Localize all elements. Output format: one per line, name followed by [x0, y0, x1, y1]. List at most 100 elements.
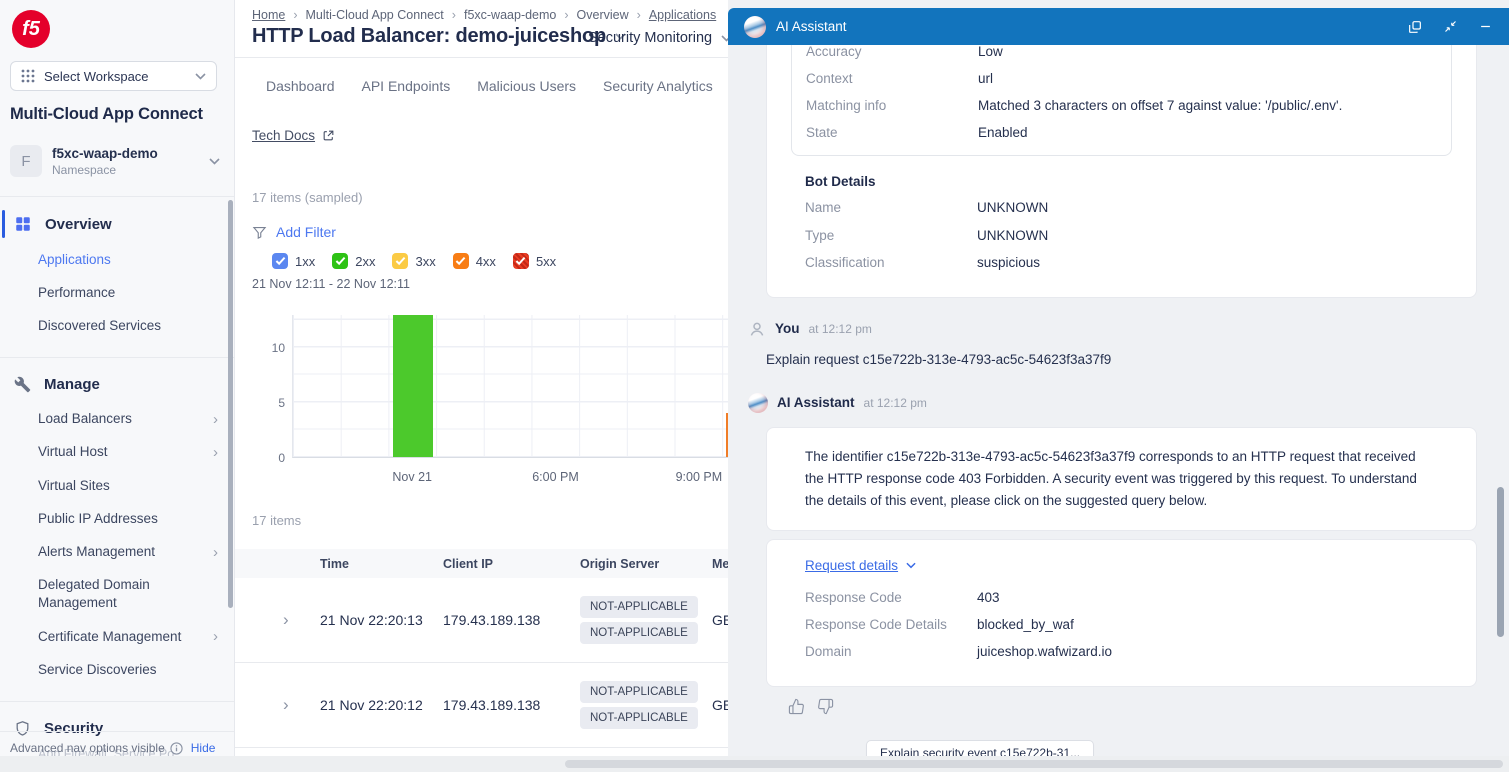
namespace-selector[interactable]: F f5xc-waap-demo Namespace — [10, 145, 220, 177]
tab-api-endpoints[interactable]: API Endpoints — [362, 78, 451, 94]
collapse-icon[interactable] — [1443, 19, 1458, 34]
status-filter-5xx[interactable]: 5xx — [513, 253, 556, 269]
origin-server-badge: NOT-APPLICABLE — [580, 707, 698, 729]
page-title: HTTP Load Balancer: demo-juiceshop — [252, 25, 606, 48]
minimize-icon[interactable] — [1478, 19, 1493, 34]
chevron-down-icon — [906, 562, 916, 569]
nav-heading-label: Manage — [44, 376, 100, 393]
sidebar-footer: Advanced nav options visible Hide — [0, 731, 234, 755]
status-filter-4xx[interactable]: 4xx — [453, 253, 496, 269]
filter-funnel-icon — [252, 225, 267, 240]
thumbs-down-icon[interactable] — [817, 698, 834, 715]
tab-bar: Dashboard API Endpoints Malicious Users Sec… — [266, 78, 713, 94]
breadcrumb-item-home[interactable]: Home — [252, 8, 285, 22]
detail-row-classification: Classificationsuspicious — [805, 249, 1438, 276]
detail-value: blocked_by_waf — [977, 616, 1074, 634]
detail-value: Enabled — [978, 124, 1028, 142]
nav-item-label: Performance — [38, 284, 115, 302]
tab-malicious-users[interactable]: Malicious Users — [477, 78, 576, 94]
bot-details-heading: Bot Details — [805, 174, 1438, 189]
status-filter-2xx[interactable]: 2xx — [332, 253, 375, 269]
signature-details-box: AccuracyLowContexturlMatching infoMatche… — [791, 45, 1452, 156]
sidebar-item-virtual-host[interactable]: Virtual Host› — [0, 436, 234, 469]
cell-client-ip: 179.43.189.138 — [443, 697, 580, 713]
breadcrumb-item-f5xc-waap-demo[interactable]: f5xc-waap-demo — [464, 8, 556, 22]
horizontal-scrollbar-thumb[interactable] — [565, 760, 1503, 768]
sidebar-item-overview[interactable]: Overview — [0, 205, 234, 243]
thumbs-up-icon[interactable] — [788, 698, 805, 715]
ai-assistant-avatar — [744, 16, 766, 38]
checkbox-4xx[interactable] — [453, 253, 469, 269]
cell-origin-server: NOT-APPLICABLE NOT-APPLICABLE — [580, 678, 712, 733]
f5-logo[interactable]: f5 — [12, 10, 50, 48]
status-code-filters: 1xx 2xx 3xx 4xx 5xx — [272, 253, 556, 269]
sidebar-item-manage[interactable]: Manage — [0, 366, 234, 403]
detail-row-context: Contexturl — [806, 65, 1437, 92]
sidebar-item-discovered-services[interactable]: Discovered Services — [0, 309, 234, 342]
user-message-author: You — [775, 321, 800, 336]
origin-server-badge: NOT-APPLICABLE — [580, 681, 698, 703]
user-avatar — [748, 320, 766, 338]
detail-label: Response Code Details — [805, 616, 977, 634]
status-filter-3xx[interactable]: 3xx — [392, 253, 435, 269]
status-filter-1xx[interactable]: 1xx — [272, 253, 315, 269]
advanced-nav-text: Advanced nav options visible — [10, 741, 165, 755]
breadcrumb-item-applications[interactable]: Applications — [649, 8, 716, 22]
sidebar-item-virtual-sites[interactable]: Virtual Sites — [0, 469, 234, 502]
detail-row-response-code: Response Code403 — [805, 585, 1438, 612]
sidebar-item-public-ip-addresses[interactable]: Public IP Addresses — [0, 502, 234, 535]
chart-bar-2xx[interactable] — [393, 315, 433, 457]
tab-security-analytics[interactable]: Security Analytics — [603, 78, 713, 94]
detail-row-response-code-details: Response Code Detailsblocked_by_waf — [805, 612, 1438, 639]
x-axis-tick: 9:00 PM — [676, 470, 723, 484]
sidebar-item-applications[interactable]: Applications — [0, 243, 234, 276]
sidebar-item-load-balancers[interactable]: Load Balancers› — [0, 403, 234, 436]
expand-row-icon[interactable]: › — [235, 610, 320, 630]
checkbox-2xx[interactable] — [332, 253, 348, 269]
view-selector[interactable]: Security Monitoring — [588, 30, 732, 46]
sidebar-item-delegated-domain-management[interactable]: Delegated Domain Management — [0, 569, 234, 620]
expand-row-icon[interactable]: › — [235, 695, 320, 715]
nav-item-label: Public IP Addresses — [38, 510, 158, 528]
external-link-icon — [322, 129, 335, 142]
detail-label: Classification — [805, 254, 977, 272]
checkbox-5xx[interactable] — [513, 253, 529, 269]
namespace-name: f5xc-waap-demo — [52, 146, 158, 161]
sidebar-item-alerts-management[interactable]: Alerts Management› — [0, 536, 234, 569]
copy-icon[interactable] — [1407, 19, 1423, 35]
status-filter-label: 5xx — [536, 254, 556, 269]
sidebar-item-service-discoveries[interactable]: Service Discoveries — [0, 653, 234, 686]
event-details-card: AccuracyLowContexturlMatching infoMatche… — [766, 45, 1477, 298]
hide-advanced-nav-link[interactable]: Hide — [191, 741, 216, 755]
add-filter-label: Add Filter — [276, 224, 336, 240]
breadcrumb-separator: › — [637, 8, 641, 22]
chevron-down-icon — [209, 158, 220, 165]
tab-dashboard[interactable]: Dashboard — [266, 78, 335, 94]
detail-label: Name — [805, 199, 977, 217]
workspace-selector[interactable]: Select Workspace — [10, 61, 217, 91]
checkbox-1xx[interactable] — [272, 253, 288, 269]
add-filter-button[interactable]: Add Filter — [252, 224, 336, 240]
workspace-grid-icon — [21, 69, 35, 83]
detail-row-state: StateEnabled — [806, 120, 1437, 147]
breadcrumb-item-multi-cloud-app-connect[interactable]: Multi-Cloud App Connect — [306, 8, 444, 22]
ai-panel-scrollbar[interactable] — [1497, 487, 1504, 637]
nav-item-label: Service Discoveries — [38, 661, 157, 679]
nav-item-label: Certificate Management — [38, 628, 181, 646]
info-icon — [170, 742, 183, 755]
sidebar-item-certificate-management[interactable]: Certificate Management› — [0, 620, 234, 653]
sidebar-item-performance[interactable]: Performance — [0, 276, 234, 309]
breadcrumb-item-overview[interactable]: Overview — [577, 8, 629, 22]
ai-message-author: AI Assistant — [777, 395, 855, 410]
checkbox-3xx[interactable] — [392, 253, 408, 269]
nav-section-overview: Overview Applications Performance Discovere… — [0, 196, 234, 357]
sidebar-scrollbar[interactable] — [228, 200, 233, 608]
nav-section-manage: Manage Load Balancers›Virtual Host›Virtua… — [0, 357, 234, 701]
tech-docs-link[interactable]: Tech Docs — [252, 128, 335, 143]
col-origin-server: Origin Server — [580, 557, 712, 571]
request-details-link[interactable]: Request details — [805, 558, 916, 573]
detail-label: Response Code — [805, 589, 977, 607]
breadcrumb-separator: › — [452, 8, 456, 22]
nav-item-label: Applications — [38, 251, 111, 269]
ai-assistant-header[interactable]: AI Assistant — [728, 8, 1509, 45]
